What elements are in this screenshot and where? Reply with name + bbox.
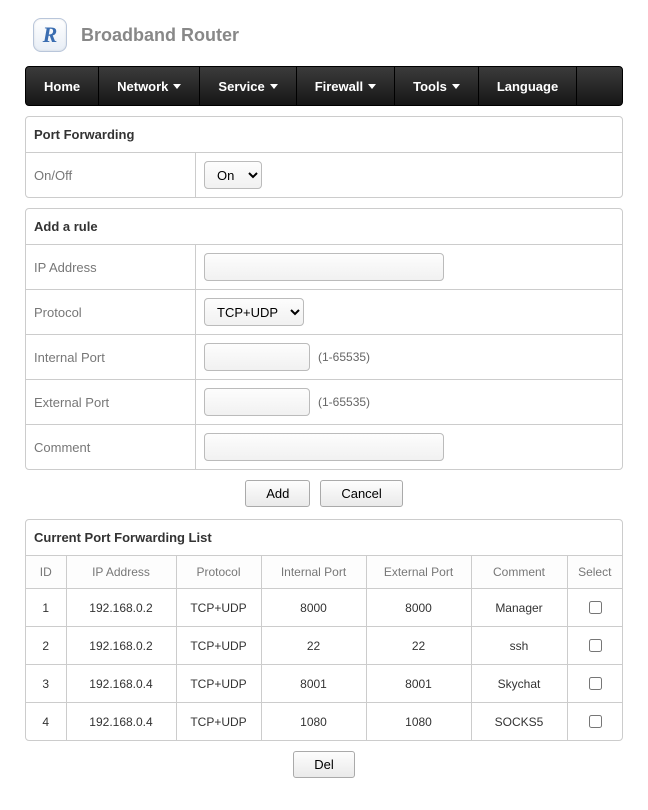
- cell-internal: 8000: [261, 589, 366, 627]
- cancel-button[interactable]: Cancel: [320, 480, 402, 507]
- cell-protocol: TCP+UDP: [176, 627, 261, 665]
- nav-item-service[interactable]: Service: [200, 67, 296, 105]
- cell-comment: ssh: [471, 627, 567, 665]
- select-checkbox[interactable]: [589, 601, 602, 614]
- cell-ip: 192.168.0.4: [66, 665, 176, 703]
- add-button[interactable]: Add: [245, 480, 310, 507]
- cell-id: 1: [26, 589, 66, 627]
- internal-port-input[interactable]: [204, 343, 310, 371]
- chevron-down-icon: [452, 84, 460, 89]
- add-rule-title: Add a rule: [26, 209, 622, 245]
- ip-input[interactable]: [204, 253, 444, 281]
- chevron-down-icon: [368, 84, 376, 89]
- comment-input[interactable]: [204, 433, 444, 461]
- forwarding-list-title: Current Port Forwarding List: [26, 520, 622, 555]
- external-port-hint: (1-65535): [318, 395, 370, 409]
- nav-item-network[interactable]: Network: [99, 67, 200, 105]
- cell-comment: Manager: [471, 589, 567, 627]
- col-comment: Comment: [471, 556, 567, 589]
- nav-item-home[interactable]: Home: [26, 67, 99, 105]
- select-checkbox[interactable]: [589, 715, 602, 728]
- cell-select: [567, 589, 622, 627]
- cell-comment: SOCKS5: [471, 703, 567, 741]
- cell-internal: 8001: [261, 665, 366, 703]
- onoff-select[interactable]: On: [204, 161, 262, 189]
- cell-external: 22: [366, 627, 471, 665]
- cell-comment: Skychat: [471, 665, 567, 703]
- select-checkbox[interactable]: [589, 677, 602, 690]
- protocol-select[interactable]: TCP+UDP: [204, 298, 304, 326]
- col-select: Select: [567, 556, 622, 589]
- page-header: R Broadband Router: [25, 0, 623, 66]
- cell-ip: 192.168.0.2: [66, 627, 176, 665]
- cell-external: 1080: [366, 703, 471, 741]
- table-row: 4192.168.0.4TCP+UDP10801080SOCKS5: [26, 703, 622, 741]
- add-rule-panel: Add a rule IP Address Protocol TCP+UDP I…: [25, 208, 623, 470]
- internal-port-label: Internal Port: [26, 335, 196, 379]
- nav-item-firewall[interactable]: Firewall: [297, 67, 395, 105]
- cell-id: 2: [26, 627, 66, 665]
- logo-icon: R: [33, 18, 67, 52]
- cell-external: 8001: [366, 665, 471, 703]
- external-port-label: External Port: [26, 380, 196, 424]
- cell-select: [567, 627, 622, 665]
- cell-id: 4: [26, 703, 66, 741]
- table-row: 1192.168.0.2TCP+UDP80008000Manager: [26, 589, 622, 627]
- forwarding-list-panel: Current Port Forwarding List ID IP Addre…: [25, 519, 623, 741]
- cell-select: [567, 665, 622, 703]
- cell-select: [567, 703, 622, 741]
- port-forwarding-title: Port Forwarding: [26, 117, 622, 153]
- external-port-input[interactable]: [204, 388, 310, 416]
- comment-label: Comment: [26, 425, 196, 469]
- onoff-label: On/Off: [26, 153, 196, 197]
- main-nav: HomeNetworkServiceFirewallToolsLanguage: [25, 66, 623, 106]
- del-button[interactable]: Del: [293, 751, 355, 778]
- select-checkbox[interactable]: [589, 639, 602, 652]
- col-internal: Internal Port: [261, 556, 366, 589]
- cell-ip: 192.168.0.2: [66, 589, 176, 627]
- nav-item-tools[interactable]: Tools: [395, 67, 479, 105]
- port-forwarding-panel: Port Forwarding On/Off On: [25, 116, 623, 198]
- cell-protocol: TCP+UDP: [176, 703, 261, 741]
- col-protocol: Protocol: [176, 556, 261, 589]
- internal-port-hint: (1-65535): [318, 350, 370, 364]
- cell-internal: 22: [261, 627, 366, 665]
- nav-item-language[interactable]: Language: [479, 67, 577, 105]
- col-id: ID: [26, 556, 66, 589]
- cell-ip: 192.168.0.4: [66, 703, 176, 741]
- cell-protocol: TCP+UDP: [176, 589, 261, 627]
- forwarding-table: ID IP Address Protocol Internal Port Ext…: [26, 555, 622, 740]
- protocol-label: Protocol: [26, 290, 196, 334]
- col-ip: IP Address: [66, 556, 176, 589]
- page-title: Broadband Router: [81, 25, 239, 46]
- cell-external: 8000: [366, 589, 471, 627]
- cell-internal: 1080: [261, 703, 366, 741]
- table-row: 3192.168.0.4TCP+UDP80018001Skychat: [26, 665, 622, 703]
- table-row: 2192.168.0.2TCP+UDP2222ssh: [26, 627, 622, 665]
- chevron-down-icon: [270, 84, 278, 89]
- chevron-down-icon: [173, 84, 181, 89]
- cell-id: 3: [26, 665, 66, 703]
- ip-label: IP Address: [26, 245, 196, 289]
- col-external: External Port: [366, 556, 471, 589]
- cell-protocol: TCP+UDP: [176, 665, 261, 703]
